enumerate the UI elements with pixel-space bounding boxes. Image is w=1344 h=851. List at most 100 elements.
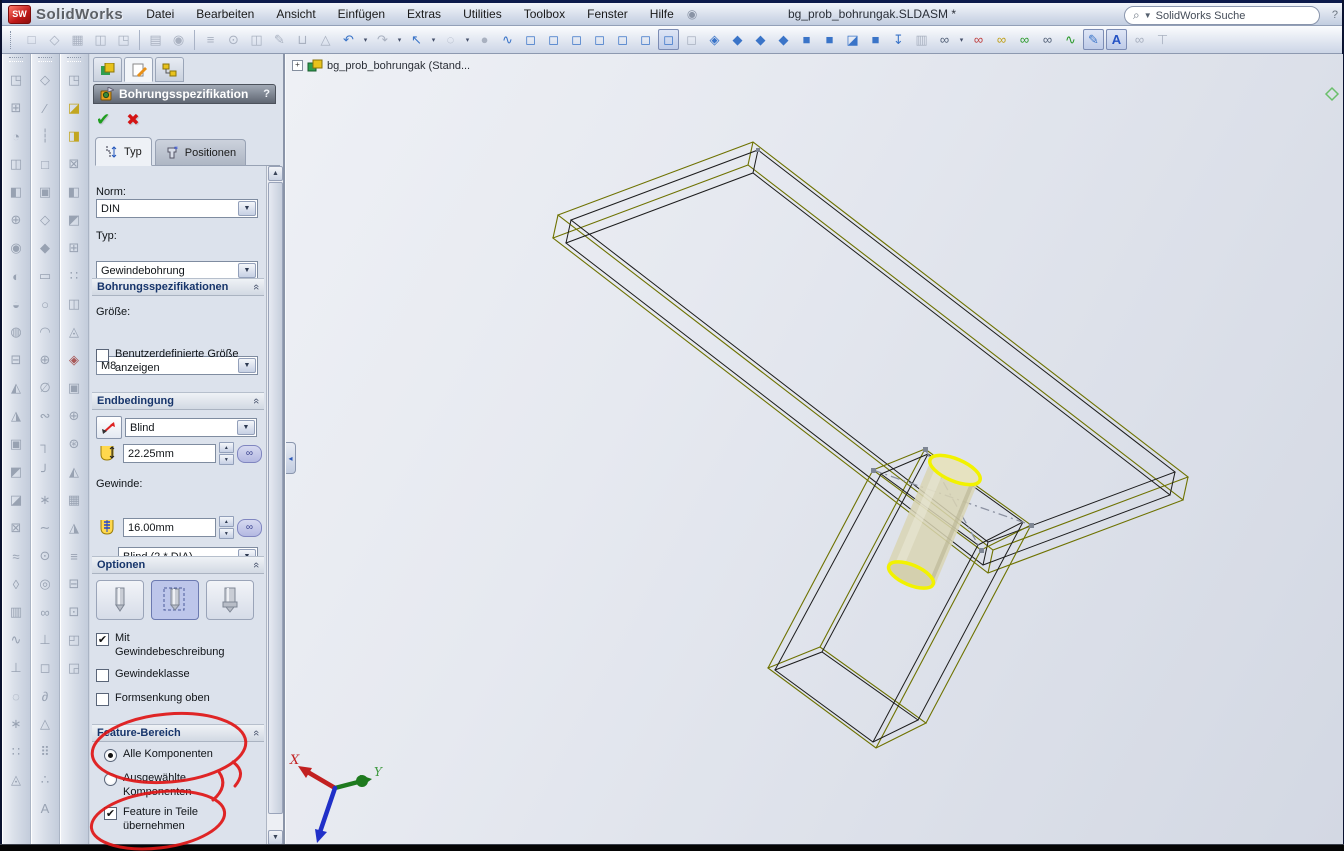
menu-datei[interactable]: Datei bbox=[135, 3, 185, 25]
publish-icon[interactable]: ◳ bbox=[113, 29, 134, 50]
tool-icon[interactable]: ◰ bbox=[62, 626, 86, 654]
tool-icon[interactable]: ┐ bbox=[33, 430, 57, 458]
tool-icon[interactable]: ◉ bbox=[4, 234, 28, 262]
tool-icon[interactable]: ⊥ bbox=[4, 654, 28, 682]
selected-components-radio[interactable] bbox=[104, 773, 117, 786]
thread-depth-spinner[interactable]: ▲ ▼ bbox=[218, 516, 234, 539]
tool-icon[interactable]: ▭ bbox=[33, 262, 57, 290]
graphics-viewport[interactable]: + bg_prob_bohrungak (Stand... ◂ X Y bbox=[285, 54, 1343, 845]
lasso-dropdown-icon[interactable]: ▾ bbox=[463, 29, 472, 50]
cancel-button[interactable]: ✖ bbox=[126, 110, 139, 130]
sketch-icon[interactable]: ✎ bbox=[269, 29, 290, 50]
tool-icon[interactable]: ∼ bbox=[33, 514, 57, 542]
ok-button[interactable]: ✔ bbox=[96, 110, 110, 130]
curvature-icon[interactable]: ∿ bbox=[1060, 29, 1081, 50]
section-bohrungsspezifikationen[interactable]: Bohrungsspezifikationen « bbox=[92, 278, 264, 296]
view-cube-5-icon[interactable]: ◻ bbox=[612, 29, 633, 50]
measure-icon[interactable]: ∿ bbox=[497, 29, 518, 50]
menu-utilities[interactable]: Utilities bbox=[452, 3, 513, 25]
tool-icon[interactable]: ◒ bbox=[4, 290, 28, 318]
tool-icon[interactable]: ⊥ bbox=[33, 626, 57, 654]
fastener-icon[interactable]: ⊤ bbox=[1152, 29, 1173, 50]
tool-icon[interactable]: ⊕ bbox=[33, 346, 57, 374]
tool-icon[interactable]: ◩ bbox=[4, 458, 28, 486]
view-orient-4-icon[interactable]: ◆ bbox=[773, 29, 794, 50]
edit-component-icon[interactable]: ∞ bbox=[1014, 29, 1035, 50]
view-orient-3-icon[interactable]: ◆ bbox=[750, 29, 771, 50]
tool-icon[interactable]: ◆ bbox=[33, 234, 57, 262]
tool-icon[interactable]: ◬ bbox=[4, 766, 28, 794]
tool-icon[interactable]: ∾ bbox=[33, 402, 57, 430]
view-orient-6-icon[interactable]: ■ bbox=[819, 29, 840, 50]
undo-icon[interactable]: ↶ bbox=[338, 29, 359, 50]
menu-fenster[interactable]: Fenster bbox=[576, 3, 639, 25]
tool-icon[interactable]: △ bbox=[33, 710, 57, 738]
tool-icon[interactable]: ⊕ bbox=[62, 402, 86, 430]
save-all-icon[interactable]: ◫ bbox=[90, 29, 111, 50]
view-orient-5-icon[interactable]: ■ bbox=[796, 29, 817, 50]
tool-icon[interactable]: ◲ bbox=[62, 654, 86, 682]
custom-size-checkbox[interactable] bbox=[96, 349, 109, 362]
thread-depth-input[interactable]: 16.00mm bbox=[123, 518, 216, 537]
section-optionen[interactable]: Optionen « bbox=[92, 556, 264, 574]
section-feature-bereich[interactable]: Feature-Bereich « bbox=[92, 724, 264, 742]
search-dropdown-icon[interactable]: ▼ bbox=[1144, 11, 1152, 20]
norm-select[interactable]: DIN ▼ bbox=[96, 199, 258, 218]
tool-icon[interactable]: ◨ bbox=[62, 122, 86, 150]
depth-spinner[interactable]: ▲ ▼ bbox=[218, 442, 234, 465]
dropdown-arrow-icon[interactable]: ▼ bbox=[238, 201, 256, 216]
reverse-direction-button[interactable] bbox=[96, 416, 122, 439]
menu-ansicht[interactable]: Ansicht bbox=[265, 3, 326, 25]
tool-icon[interactable]: ≈ bbox=[4, 542, 28, 570]
view-cube-4-icon[interactable]: ◻ bbox=[589, 29, 610, 50]
print-icon[interactable]: ▤ bbox=[145, 29, 166, 50]
tool-icon[interactable]: ◇ bbox=[33, 66, 57, 94]
menu-toolbox[interactable]: Toolbox bbox=[513, 3, 576, 25]
tool-icon[interactable]: ◎ bbox=[33, 570, 57, 598]
dropdown-arrow-icon[interactable]: ▼ bbox=[237, 420, 255, 435]
view-extra-icon[interactable]: ∞ bbox=[1129, 29, 1150, 50]
tool-icon[interactable]: A bbox=[33, 794, 57, 822]
feature-icon[interactable]: ⊔ bbox=[292, 29, 313, 50]
section-view-icon[interactable]: ↧ bbox=[888, 29, 909, 50]
copy-icon[interactable]: ◫ bbox=[246, 29, 267, 50]
toolbar-grip[interactable] bbox=[67, 57, 81, 62]
menu-pin-icon[interactable]: ◉ bbox=[687, 7, 697, 21]
tool-icon[interactable]: ∕ bbox=[33, 94, 57, 122]
tool-icon[interactable]: ∂ bbox=[33, 682, 57, 710]
tool-icon[interactable]: ◈ bbox=[62, 346, 86, 374]
tool-icon[interactable]: ◳ bbox=[4, 66, 28, 94]
tab-positionen[interactable]: * Positionen bbox=[154, 139, 247, 165]
annotation-visibility-icon[interactable]: A bbox=[1106, 29, 1127, 50]
redo-icon[interactable]: ↷ bbox=[372, 29, 393, 50]
tool-icon[interactable]: ⊞ bbox=[62, 234, 86, 262]
link-value-button[interactable]: ∞ bbox=[236, 518, 262, 537]
tool-icon[interactable]: ≡ bbox=[62, 542, 86, 570]
tool-icon[interactable]: ▣ bbox=[4, 430, 28, 458]
plane-icon[interactable]: △ bbox=[315, 29, 336, 50]
configurationmanager-tab[interactable] bbox=[155, 57, 184, 82]
option-cosmetic-thread-button[interactable] bbox=[206, 580, 254, 620]
featuremanager-tree-tab[interactable] bbox=[93, 57, 122, 82]
tool-icon[interactable]: ⠿ bbox=[33, 738, 57, 766]
viewport-3d-model[interactable]: X Y Z bbox=[286, 54, 1343, 845]
collapse-chevron-icon[interactable]: « bbox=[250, 562, 262, 568]
scroll-up-button[interactable]: ▲ bbox=[268, 166, 283, 181]
panel-scrollbar[interactable]: ▲ ▼ bbox=[266, 166, 283, 845]
tool-icon[interactable]: ◧ bbox=[62, 178, 86, 206]
lasso-icon[interactable]: ◌ bbox=[440, 29, 461, 50]
tool-icon[interactable]: ◩ bbox=[62, 206, 86, 234]
tool-icon[interactable]: ▣ bbox=[33, 178, 57, 206]
move-component-icon[interactable]: ∞ bbox=[968, 29, 989, 50]
sketch-visibility-icon[interactable]: ✎ bbox=[1083, 29, 1104, 50]
view-settings-icon[interactable]: ∞ bbox=[934, 29, 955, 50]
tool-icon[interactable]: ┆ bbox=[33, 122, 57, 150]
new-icon[interactable]: □ bbox=[21, 29, 42, 50]
tool-icon[interactable]: ◊ bbox=[4, 570, 28, 598]
option-none-button[interactable] bbox=[96, 580, 144, 620]
redo-dropdown-icon[interactable]: ▾ bbox=[395, 29, 404, 50]
scrollbar-thumb[interactable] bbox=[268, 182, 283, 814]
all-components-radio[interactable] bbox=[104, 749, 117, 762]
tab-typ[interactable]: Typ bbox=[95, 137, 152, 166]
menu-hilfe[interactable]: Hilfe bbox=[639, 3, 685, 25]
